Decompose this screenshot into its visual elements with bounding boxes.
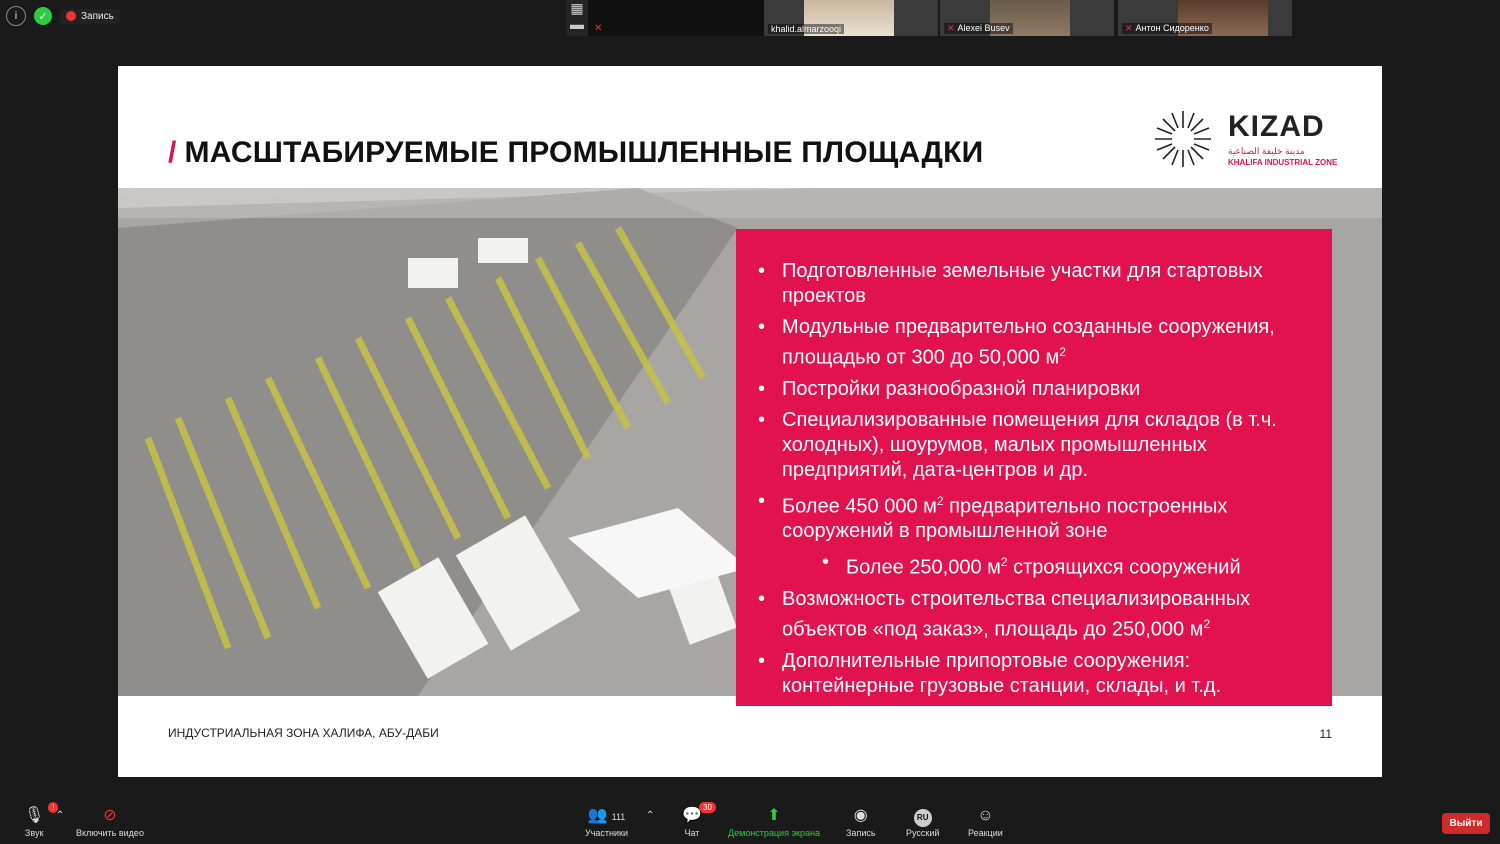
recording-label: Запись — [81, 10, 114, 22]
participant-tile[interactable]: ✕ Антон Сидоренко — [1118, 0, 1292, 36]
participant-tile[interactable]: khalid.almarzooqi — [764, 0, 938, 36]
participant-tile[interactable]: ✕ Alexei Busev — [940, 0, 1114, 36]
language-icon: RU — [913, 806, 932, 828]
leave-button[interactable]: Выйти — [1442, 813, 1490, 834]
self-tile: ✕ — [588, 0, 764, 36]
bullet-item: Постройки разнообразной планировки — [756, 377, 1308, 402]
participants-options-chevron[interactable]: ⌃ — [646, 810, 654, 821]
info-icon[interactable]: i — [6, 6, 26, 26]
reactions-button[interactable]: ☺ Реакции — [968, 806, 1003, 838]
logo-wordmark: KIZAD — [1228, 110, 1325, 143]
page-number: 11 — [1319, 727, 1332, 741]
participant-name: ✕ Alexei Busev — [944, 23, 1013, 34]
bullet-item: Возможность строительства специализирова… — [756, 587, 1308, 643]
record-dot-icon — [66, 11, 76, 21]
smile-icon: ☺ — [977, 807, 994, 824]
participants-icon: 👥 111 — [587, 807, 626, 824]
slide-footer: ИНДУСТРИАЛЬНАЯ ЗОНА ХАЛИФА, АБУ-ДАБИ — [168, 726, 439, 740]
share-screen-icon: ⬆ — [767, 807, 781, 824]
logo-arabic: مدينة خليفة الصناعية — [1228, 146, 1305, 156]
mic-off-icon: ✕ — [1125, 23, 1133, 33]
audio-options-chevron[interactable]: ⌃ — [56, 810, 64, 821]
bullet-item: Подготовленные земельные участки для ста… — [756, 259, 1308, 309]
layout-icon[interactable]: ▬ — [566, 16, 588, 32]
slide-title: / МАСШТАБИРУЕМЫЕ ПРОМЫШЛЕННЫЕ ПЛОЩАДКИ — [168, 136, 984, 169]
chevron-up-icon: ⌃ — [646, 810, 655, 821]
chat-button[interactable]: 💬 30 Чат — [682, 802, 716, 838]
audio-button[interactable]: 🎙! Звук — [24, 802, 59, 838]
shared-slide: / МАСШТАБИРУЕМЫЕ ПРОМЫШЛЕННЫЕ ПЛОЩАДКИ KI… — [118, 66, 1382, 777]
chat-icon: 💬 30 — [682, 802, 716, 828]
shield-icon[interactable]: ✓ — [34, 7, 52, 25]
bullet-list: Подготовленные земельные участки для ста… — [736, 229, 1332, 699]
recording-indicator[interactable]: Запись — [60, 8, 120, 24]
mic-off-icon: ✕ — [594, 23, 603, 34]
grid-icon[interactable]: ▦ — [566, 0, 588, 16]
bullet-item: Дополнительные припортовые сооружения: к… — [756, 649, 1308, 699]
mic-off-icon: ✕ — [947, 23, 955, 33]
sub-bullet-item: Более 250,000 м2 строящихся сооружений — [756, 550, 1308, 581]
participant-name: ✕ Антон Сидоренко — [1122, 23, 1212, 34]
share-screen-button[interactable]: ⬆ Демонстрация экрана — [728, 806, 820, 838]
bullet-item: Более 450 000 м2 предварительно построен… — [756, 489, 1308, 545]
video-off-icon: ⊘ — [103, 807, 117, 824]
bullet-item: Модульные предварительно созданные соору… — [756, 315, 1308, 371]
language-button[interactable]: RU Русский — [906, 806, 939, 838]
meeting-toolbar: 🎙! Звук ⌃ ⊘ Включить видео 👥 111 Участник… — [0, 802, 1500, 844]
gallery-view-controls[interactable]: ▦ ▬ — [566, 0, 588, 36]
participants-button[interactable]: 👥 111 Участники — [585, 806, 628, 838]
participant-name: khalid.almarzooqi — [768, 24, 845, 34]
meeting-top-left: i ✓ Запись — [6, 6, 120, 26]
record-icon: ◉ — [853, 807, 868, 824]
record-button[interactable]: ◉ Запись — [846, 806, 876, 838]
video-button[interactable]: ⊘ Включить видео — [76, 806, 144, 838]
chevron-up-icon: ⌃ — [56, 810, 65, 821]
microphone-icon: 🎙! — [24, 802, 59, 828]
logo-subtitle: KHALIFA INDUSTRIAL ZONE — [1228, 158, 1338, 167]
kizad-logo: KIZAD مدينة خليفة الصناعية KHALIFA INDUS… — [1152, 108, 1342, 174]
bullet-item: Специализированные помещения для складов… — [756, 408, 1308, 483]
sunburst-logo-icon — [1155, 111, 1211, 167]
highlights-panel: Подготовленные земельные участки для ста… — [736, 229, 1332, 706]
